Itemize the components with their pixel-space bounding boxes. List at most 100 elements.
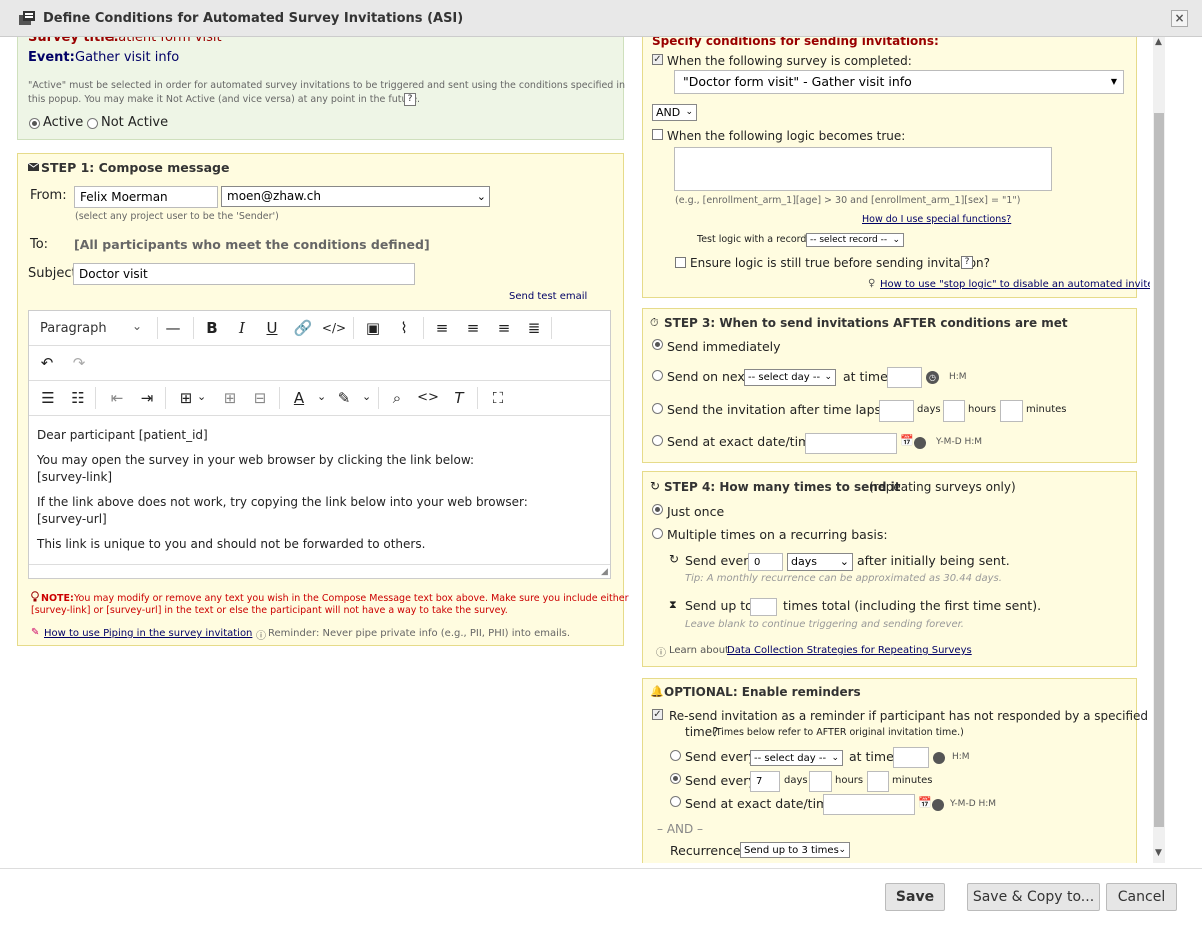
- font-color-icon[interactable]: A: [285, 381, 313, 415]
- resize-handle[interactable]: ◢: [601, 567, 608, 577]
- undo-icon[interactable]: ↶: [33, 346, 61, 380]
- highlight-icon[interactable]: ✎: [330, 381, 358, 415]
- save-copy-button[interactable]: Save & Copy to...: [967, 883, 1100, 911]
- from-email-select[interactable]: moen@zhaw.ch ⌄: [221, 186, 490, 207]
- send-up-to-field[interactable]: [750, 598, 777, 616]
- reminder-minutes-field[interactable]: [867, 771, 889, 792]
- underline-icon[interactable]: U: [258, 311, 286, 345]
- strategies-link[interactable]: Data Collection Strategies for Repeating…: [727, 645, 972, 656]
- align-justify-icon[interactable]: ≣: [520, 311, 548, 345]
- record-select[interactable]: -- select record -- ⌄: [806, 233, 904, 247]
- code-icon[interactable]: </>: [320, 311, 348, 345]
- table-cell-icon[interactable]: ⊟: [246, 381, 274, 415]
- ensure-logic-checkbox[interactable]: [675, 257, 686, 268]
- calendar-icon[interactable]: 📅: [918, 796, 932, 809]
- special-functions-link[interactable]: How do I use special functions?: [862, 214, 1011, 225]
- editor-body-line2[interactable]: You may open the survey in your web brow…: [37, 453, 474, 467]
- piping-help-link[interactable]: How to use Piping in the survey invitati…: [44, 628, 252, 639]
- source-code-icon[interactable]: <>: [414, 381, 442, 415]
- just-once-radio[interactable]: [652, 504, 663, 515]
- clock-icon[interactable]: [914, 437, 926, 449]
- outdent-icon[interactable]: ⇤: [103, 381, 131, 415]
- link-icon[interactable]: 🔗: [289, 311, 317, 345]
- time-lapse-radio[interactable]: [652, 403, 663, 414]
- bold-icon[interactable]: B: [198, 311, 226, 345]
- scroll-up-icon[interactable]: ▲: [1155, 37, 1162, 47]
- multiple-times-radio[interactable]: [652, 528, 663, 539]
- redo-icon[interactable]: ↷: [65, 346, 93, 380]
- lapse-hours-field[interactable]: [943, 400, 965, 422]
- send-immediately-radio[interactable]: [652, 339, 663, 350]
- dialog-scrollbar[interactable]: ▲ ▼: [1153, 37, 1165, 863]
- send-test-email-link[interactable]: Send test email: [509, 291, 587, 302]
- paragraph-select[interactable]: Paragraph: [40, 321, 107, 336]
- reminder-checkbox[interactable]: ✓: [652, 709, 663, 720]
- clock-icon[interactable]: ◷: [926, 371, 939, 384]
- close-button[interactable]: ×: [1171, 10, 1188, 27]
- highlight-chevron-icon[interactable]: ⌄: [362, 390, 371, 403]
- exact-datetime-label: Send at exact date/time:: [667, 434, 823, 449]
- send-on-next-radio[interactable]: [652, 370, 663, 381]
- search-icon[interactable]: ⌕: [383, 381, 411, 415]
- cancel-button[interactable]: Cancel: [1106, 883, 1177, 911]
- attachment-icon[interactable]: ⌇: [390, 311, 418, 345]
- reminder-exact-field[interactable]: [823, 794, 915, 815]
- clock-icon[interactable]: [933, 752, 945, 764]
- survey-completed-checkbox[interactable]: ✓: [652, 54, 663, 65]
- send-every-field[interactable]: [748, 553, 783, 571]
- lapse-minutes-field[interactable]: [1000, 400, 1023, 422]
- help-icon[interactable]: ?: [404, 93, 416, 106]
- recurrence-unit-select[interactable]: days ⌄: [787, 553, 853, 571]
- and-select[interactable]: AND ⌄: [652, 104, 697, 121]
- from-name-field[interactable]: [74, 186, 218, 208]
- align-center-icon[interactable]: ≡: [459, 311, 487, 345]
- horizontal-line-icon[interactable]: —: [159, 311, 187, 345]
- exact-datetime-field[interactable]: [805, 433, 897, 454]
- numbered-list-icon[interactable]: ☷: [64, 381, 92, 415]
- editor-body-line5[interactable]: [survey-url]: [37, 512, 107, 526]
- reminder-days-field[interactable]: [750, 771, 780, 792]
- editor-body-line6[interactable]: This link is unique to you and should no…: [37, 537, 425, 551]
- table-icon[interactable]: ⊞: [172, 381, 200, 415]
- recurrence-select[interactable]: Send up to 3 times ⌄: [740, 842, 850, 858]
- bullet-list-icon[interactable]: ☰: [34, 381, 62, 415]
- exact-datetime-radio[interactable]: [652, 435, 663, 446]
- send-on-next-day-select[interactable]: -- select day -- ⌄: [744, 369, 836, 386]
- reminder-send-every-day-radio[interactable]: [670, 750, 681, 761]
- table-chevron-icon[interactable]: ⌄: [197, 390, 206, 403]
- indent-icon[interactable]: ⇥: [133, 381, 161, 415]
- send-on-next-time-field[interactable]: [887, 367, 922, 388]
- editor-body-line1[interactable]: Dear participant [patient_id]: [37, 428, 208, 442]
- calendar-icon[interactable]: 📅: [900, 434, 914, 447]
- editor-body-line4[interactable]: If the link above does not work, try cop…: [37, 495, 528, 509]
- reminder-hours-label: hours: [835, 775, 864, 786]
- help-icon[interactable]: ?: [961, 256, 973, 269]
- logic-textarea[interactable]: [674, 147, 1052, 191]
- active-radio[interactable]: [29, 118, 40, 129]
- survey-select[interactable]: "Doctor form visit" - Gather visit info ▼: [674, 70, 1124, 94]
- reminder-hours-field[interactable]: [809, 771, 832, 792]
- italic-icon[interactable]: I: [228, 311, 256, 345]
- not-active-radio[interactable]: [87, 118, 98, 129]
- subject-field[interactable]: [73, 263, 415, 285]
- logic-true-checkbox[interactable]: [652, 129, 663, 140]
- lapse-days-field[interactable]: [879, 400, 914, 422]
- stop-logic-link[interactable]: How to use "stop logic" to disable an au…: [880, 279, 1150, 290]
- clock-icon[interactable]: [932, 799, 944, 811]
- align-left-icon[interactable]: ≡: [428, 311, 456, 345]
- editor-body-line3[interactable]: [survey-link]: [37, 470, 112, 484]
- reminder-time-field[interactable]: [893, 747, 929, 768]
- reminder-day-select[interactable]: -- select day -- ⌄: [750, 750, 843, 766]
- scroll-down-icon[interactable]: ▼: [1155, 848, 1162, 858]
- image-icon[interactable]: ▣: [359, 311, 387, 345]
- reminder-exact-radio[interactable]: [670, 796, 681, 807]
- align-right-icon[interactable]: ≡: [490, 311, 518, 345]
- scrollbar-thumb[interactable]: [1154, 113, 1164, 827]
- reminder-send-every-interval-radio[interactable]: [670, 773, 681, 784]
- font-color-chevron-icon[interactable]: ⌄: [317, 390, 326, 403]
- save-button[interactable]: Save: [885, 883, 945, 911]
- chevron-down-icon[interactable]: ⌄: [132, 319, 142, 333]
- table-row-icon[interactable]: ⊞: [216, 381, 244, 415]
- clear-format-icon[interactable]: T: [445, 381, 473, 415]
- fullscreen-icon[interactable]: ⛶: [484, 381, 512, 415]
